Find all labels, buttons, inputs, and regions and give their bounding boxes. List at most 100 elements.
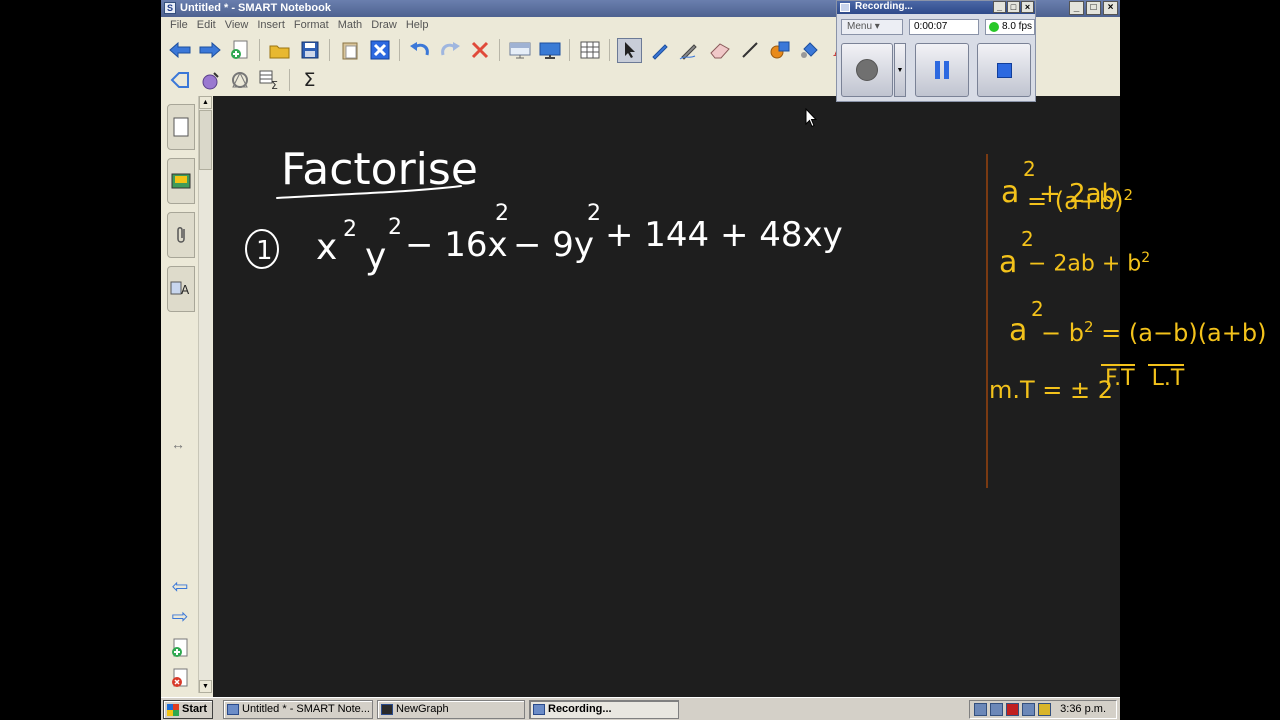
toolbar-separator (569, 39, 570, 61)
back-arrow-icon[interactable] (167, 38, 192, 63)
sync-icon[interactable] (1022, 703, 1035, 716)
properties-icon[interactable]: A (167, 266, 195, 312)
fill-icon[interactable] (797, 38, 822, 63)
clear-icon[interactable] (467, 38, 492, 63)
toolbar-separator (259, 39, 260, 61)
task-recording[interactable]: Recording... (529, 700, 679, 719)
volume-icon[interactable] (990, 703, 1003, 716)
task-newgraph[interactable]: NewGraph (377, 700, 525, 719)
toolbar-separator (329, 39, 330, 61)
display-icon[interactable] (537, 38, 562, 63)
shape-recognition-icon[interactable] (227, 68, 252, 93)
windows-logo-icon (167, 704, 179, 716)
formula2-mid: − 2ab + b (1028, 251, 1142, 277)
pen-icon[interactable] (647, 38, 672, 63)
formula4-roots: F.T L.T (1101, 364, 1185, 391)
whiteboard-canvas[interactable]: Factorise 1 x 2 y 2 − 16x 2 − 9y 2 + 144… (213, 96, 1120, 697)
previous-page-icon[interactable]: ⇦ (169, 576, 191, 598)
forward-arrow-icon[interactable] (197, 38, 222, 63)
security-alert-icon[interactable] (1006, 703, 1019, 716)
formula2-a: a (999, 245, 1017, 280)
smart-notebook-window: S Untitled * - SMART Notebook _ □ × File… (161, 0, 1266, 697)
redo-icon[interactable] (437, 38, 462, 63)
record-button[interactable] (841, 43, 893, 97)
math-sigma-icon[interactable]: Σ (297, 68, 322, 93)
scrollbar-thumb[interactable] (199, 110, 212, 170)
delete-page-icon[interactable] (169, 668, 191, 690)
pause-button[interactable] (915, 43, 969, 97)
table-icon[interactable] (577, 38, 602, 63)
svg-text:A: A (181, 283, 190, 297)
menu-draw[interactable]: Draw (367, 17, 402, 35)
record-options-dropdown[interactable]: ▼ (894, 43, 906, 97)
formula2-exp: 2 (1021, 227, 1034, 251)
formula3-a: a (1009, 313, 1027, 348)
close-button[interactable]: × (1103, 1, 1118, 15)
maximize-button[interactable]: □ (1086, 1, 1101, 15)
shapes-icon[interactable] (767, 38, 792, 63)
formula2-mid-exp: 2 (1141, 250, 1151, 266)
paste-icon[interactable] (337, 38, 362, 63)
formula3-rhs: = (a−b)(a+b) (1101, 319, 1267, 347)
expr-exp: 2 (495, 201, 509, 226)
recorder-menu-dropdown[interactable]: Menu ▾ (841, 19, 903, 35)
expr-part-y: y (365, 236, 386, 277)
stop-icon (996, 62, 1012, 78)
task-smart-notebook[interactable]: Untitled * - SMART Note... (223, 700, 373, 719)
pause-icon (935, 61, 949, 79)
expr-part-rest: + 144 + 48xy (605, 215, 843, 255)
next-page-icon[interactable]: ⇨ (169, 606, 191, 628)
scroll-up-icon[interactable]: ▲ (199, 96, 212, 109)
task-label: Recording... (548, 703, 612, 715)
resize-handle-icon[interactable]: ↔ (171, 436, 185, 452)
start-button[interactable]: Start (163, 700, 213, 719)
expr-exp: 2 (587, 201, 601, 226)
page-sorter-icon[interactable] (167, 104, 195, 150)
stop-button[interactable] (977, 43, 1031, 97)
add-page-icon[interactable] (169, 638, 191, 660)
open-folder-icon[interactable] (267, 38, 292, 63)
undo-icon[interactable] (407, 38, 432, 63)
formula4-left: m.T = ± 2 (989, 376, 1113, 404)
equation-icon[interactable]: Σ (257, 68, 282, 93)
menu-help[interactable]: Help (402, 17, 434, 35)
save-icon[interactable] (297, 38, 322, 63)
line-icon[interactable] (737, 38, 762, 63)
previous-page-icon[interactable] (167, 68, 192, 93)
menu-file[interactable]: File (166, 17, 193, 35)
smart-notebook-icon: S (164, 2, 176, 14)
formula1-rhs: = (a+b) (1027, 187, 1124, 215)
expr-exp: 2 (343, 217, 357, 242)
magic-pen-icon[interactable] (197, 68, 222, 93)
vertical-scrollbar[interactable]: ▲ ▼ (198, 96, 212, 693)
recording-widget[interactable]: Recording... _ □ × Menu ▾ 0:00:07 8.0 fp… (836, 0, 1036, 102)
menu-edit[interactable]: Edit (193, 17, 221, 35)
creative-pen-icon[interactable] (677, 38, 702, 63)
menu-insert[interactable]: Insert (253, 17, 290, 35)
recorder-minimize-button[interactable]: _ (993, 1, 1006, 13)
mouse-cursor-icon (805, 108, 817, 128)
delete-icon[interactable] (367, 38, 392, 63)
attachments-icon[interactable] (167, 212, 195, 258)
recorder-close-button[interactable]: × (1021, 1, 1034, 13)
task-label: NewGraph (396, 703, 449, 715)
toolbar-separator (399, 39, 400, 61)
recorder-elapsed-time: 0:00:07 (909, 19, 979, 35)
recorder-maximize-button[interactable]: □ (1007, 1, 1020, 13)
recorder-title-bar[interactable]: Recording... _ □ × (837, 1, 1035, 14)
gallery-icon[interactable] (167, 158, 195, 204)
toolbar-separator (609, 39, 610, 61)
menu-view[interactable]: View (221, 17, 254, 35)
screen-shade-icon[interactable] (507, 38, 532, 63)
scroll-down-icon[interactable]: ▼ (199, 680, 212, 693)
minimize-button[interactable]: _ (1069, 1, 1084, 15)
eraser-icon[interactable] (707, 38, 732, 63)
expr-part-x: x (316, 227, 337, 268)
shield-icon[interactable] (1038, 703, 1051, 716)
menu-format[interactable]: Format (290, 17, 334, 35)
add-page-icon[interactable] (227, 38, 252, 63)
network-icon[interactable] (974, 703, 987, 716)
select-pointer-icon[interactable] (617, 37, 642, 63)
menu-math[interactable]: Math (334, 17, 367, 35)
secondary-toolbar: Σ Σ (167, 65, 322, 95)
